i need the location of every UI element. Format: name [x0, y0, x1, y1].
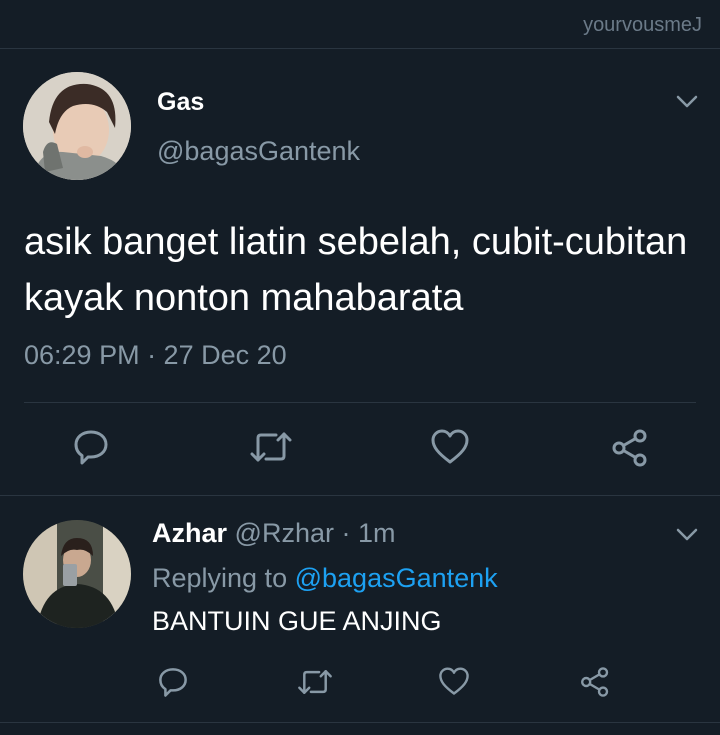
author-name[interactable]: Gas [157, 88, 204, 117]
replying-to-link[interactable]: @bagasGantenk [295, 563, 498, 593]
reply-separator: · [341, 518, 351, 548]
divider [0, 722, 720, 723]
watermark-text: yourvousmeJ [583, 14, 702, 36]
retweet-icon[interactable] [296, 668, 334, 696]
heart-icon[interactable] [430, 428, 470, 466]
tweet-actions [0, 428, 720, 468]
replying-prefix: Replying to [152, 563, 288, 593]
author-handle[interactable]: @bagasGantenk [157, 136, 360, 167]
reply-actions [0, 664, 720, 704]
reply-author-handle[interactable]: @Rzhar [235, 518, 334, 548]
avatar[interactable] [23, 72, 131, 180]
reply-author-name[interactable]: Azhar [152, 518, 227, 548]
reply-time[interactable]: 1m [358, 518, 396, 548]
replying-to: Replying to @bagasGantenk [152, 563, 498, 594]
heart-icon[interactable] [438, 666, 470, 697]
chevron-down-icon[interactable] [676, 95, 698, 109]
reply-header: Azhar @Rzhar · 1m [152, 518, 396, 549]
avatar[interactable] [23, 520, 131, 628]
top-divider [0, 48, 720, 49]
speech-bubble-icon[interactable] [72, 428, 110, 466]
divider [0, 495, 720, 496]
tweet-text: asik banget liatin sebelah, cubit-cubita… [24, 221, 688, 319]
speech-bubble-icon[interactable] [157, 666, 189, 698]
reply-text: BANTUIN GUE ANJING [152, 606, 442, 636]
chevron-down-icon[interactable] [676, 528, 698, 542]
retweet-icon[interactable] [248, 430, 294, 464]
share-icon[interactable] [610, 428, 650, 468]
divider [24, 402, 696, 403]
share-icon[interactable] [579, 666, 611, 698]
tweet-timestamp[interactable]: 06:29 PM · 27 Dec 20 [24, 340, 287, 371]
